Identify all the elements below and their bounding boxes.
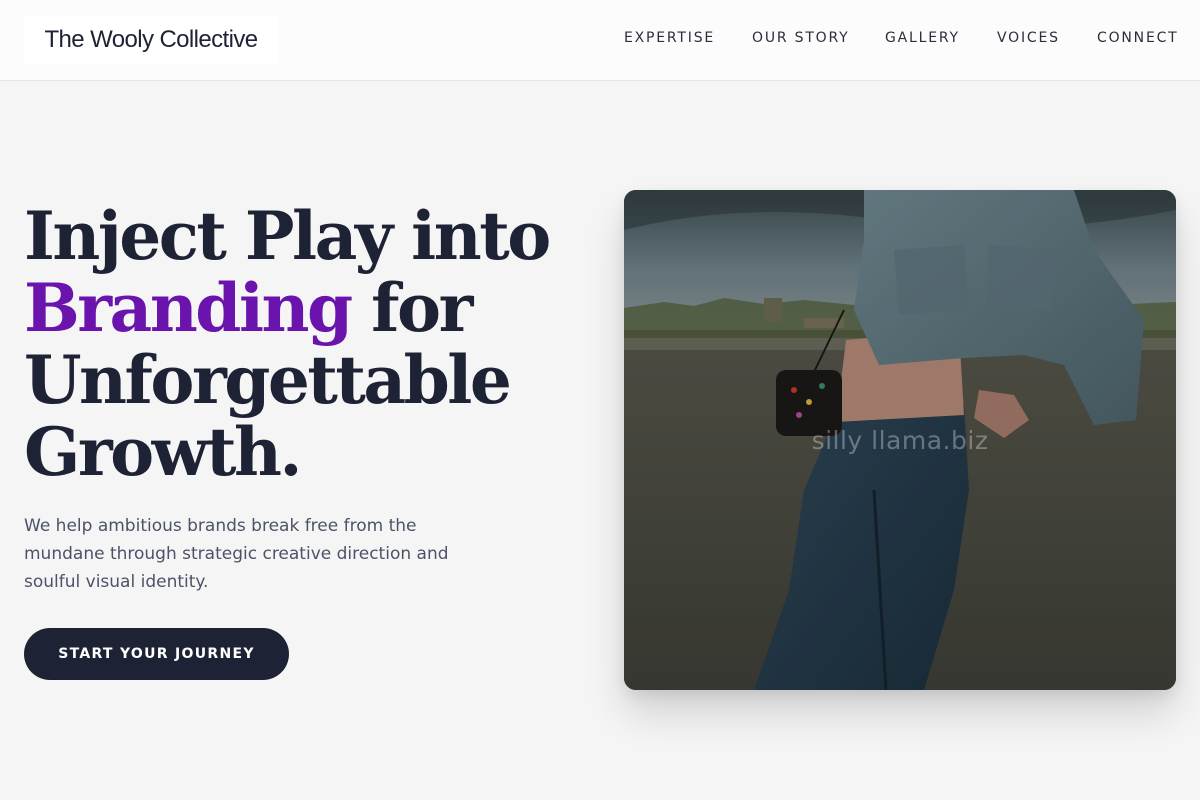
start-journey-button[interactable]: START YOUR JOURNEY [24, 628, 289, 680]
nav-link-connect[interactable]: CONNECT [1097, 30, 1179, 46]
hero-title-line-3: Unforgettable [24, 341, 512, 419]
hero-title: Inject Play into Branding for Unforgetta… [24, 200, 584, 488]
nav-link-expertise[interactable]: EXPERTISE [624, 30, 715, 46]
hero-title-line-2: Branding for [24, 272, 584, 344]
hero-subtitle: We help ambitious brands break free from… [24, 516, 449, 592]
hero-title-line-1: Inject Play into [24, 197, 551, 275]
nav-link-gallery[interactable]: GALLERY [885, 30, 960, 46]
hero-image: silly llama.biz [624, 190, 1176, 690]
hero-title-line-4: Growth. [24, 413, 302, 491]
brand-name: The Wooly Collective [44, 26, 259, 53]
nav-link-voices[interactable]: VOICES [997, 30, 1060, 46]
brand-logo[interactable]: The Wooly Collective [24, 16, 278, 64]
nav-link-our-story[interactable]: OUR STORY [752, 30, 850, 46]
image-watermark: silly llama.biz [811, 426, 989, 455]
hero-title-line-2-rest: for [350, 269, 473, 347]
hero-title-accent: Branding [24, 269, 353, 347]
site-header: The Wooly Collective EXPERTISE OUR STORY… [0, 0, 1200, 81]
